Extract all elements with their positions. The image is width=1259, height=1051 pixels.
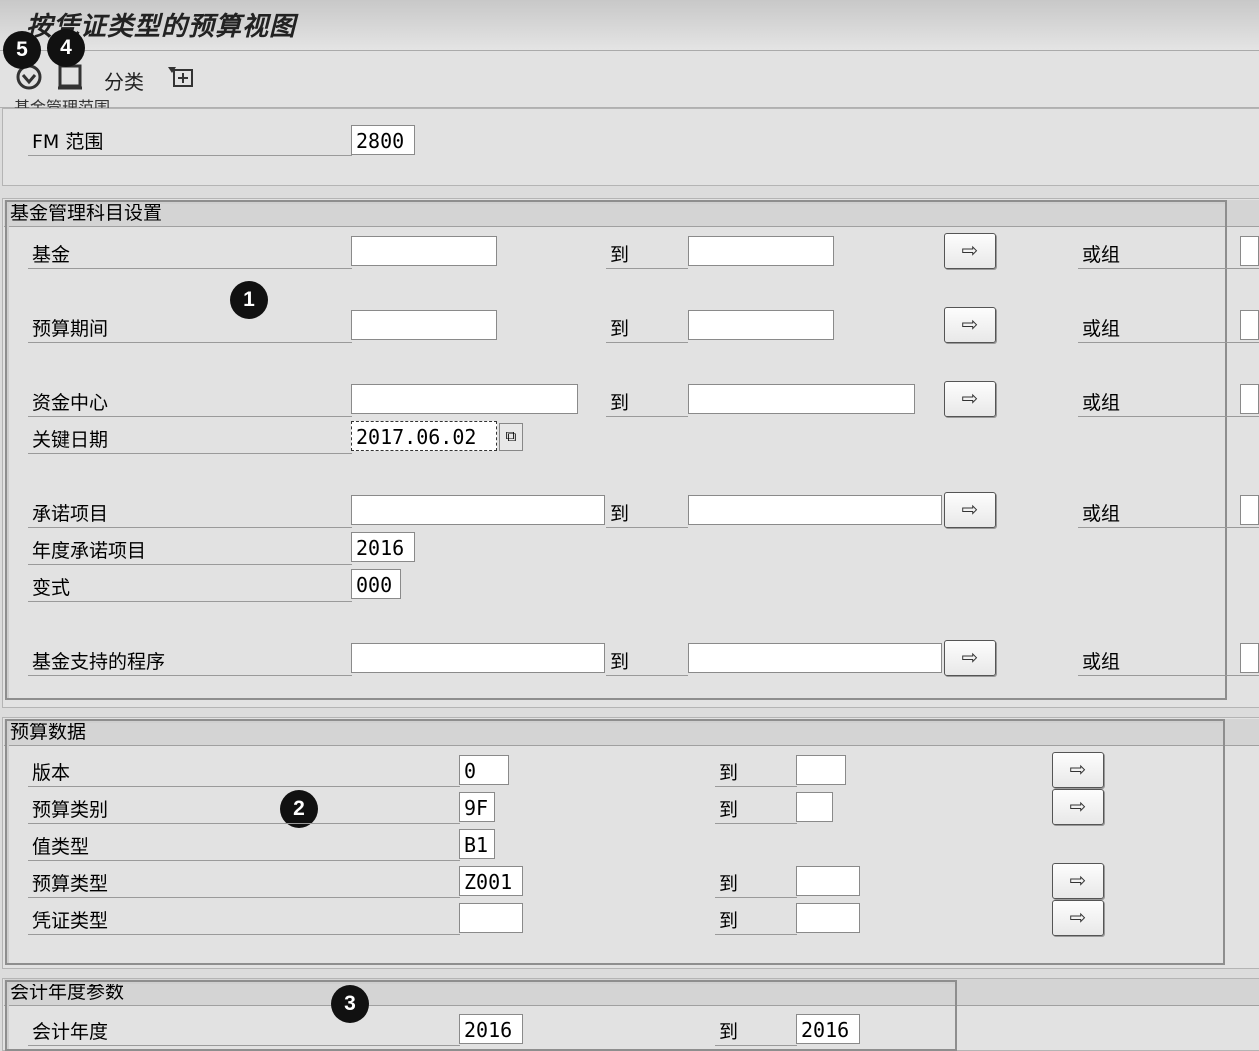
commitment-item-label: 承诺项目	[28, 499, 352, 528]
funds-center-from-field[interactable]	[351, 384, 578, 414]
funded-program-label: 基金支持的程序	[28, 647, 352, 676]
funded-program-to-field[interactable]	[688, 643, 942, 673]
commitment-item-group-field[interactable]	[1240, 495, 1259, 525]
version-to-label: 到	[715, 758, 797, 787]
budget-category-multiple-selection-button[interactable]: ⇨	[1052, 789, 1104, 825]
budget-period-to-label: 到	[606, 314, 688, 343]
commitment-item-to-label: 到	[606, 499, 688, 528]
fiscal-year-from-field[interactable]: 2016	[459, 1014, 523, 1044]
value-type-label: 值类型	[28, 832, 460, 861]
arrow-right-icon: ⇨	[961, 238, 979, 262]
budget-type-multiple-selection-button[interactable]: ⇨	[1052, 863, 1104, 899]
key-date-field[interactable]: 2017.06.02	[351, 421, 497, 451]
save-variant-icon[interactable]	[56, 62, 84, 98]
annotation-badge-4: 4	[47, 29, 85, 67]
budget-category-label: 预算类别	[28, 795, 460, 824]
document-type-label: 凭证类型	[28, 906, 460, 935]
budget-category-field[interactable]: 9F	[459, 792, 495, 822]
budget-type-field[interactable]: Z001	[459, 866, 523, 896]
document-type-to-label: 到	[715, 906, 797, 935]
document-type-field[interactable]	[459, 903, 523, 933]
key-date-label: 关键日期	[28, 425, 352, 454]
arrow-right-icon: ⇨	[1069, 794, 1087, 818]
funded-program-or-group-label: 或组	[1078, 647, 1259, 676]
budget-type-label: 预算类型	[28, 869, 460, 898]
funds-center-or-group-label: 或组	[1078, 388, 1259, 417]
arrow-right-icon: ⇨	[961, 497, 979, 521]
document-type-multiple-selection-button[interactable]: ⇨	[1052, 900, 1104, 936]
budget-period-multiple-selection-button[interactable]: ⇨	[944, 307, 996, 343]
arrow-right-icon: ⇨	[1069, 757, 1087, 781]
budget-type-to-field[interactable]	[796, 866, 860, 896]
version-label: 版本	[28, 758, 460, 787]
fund-to-field[interactable]	[688, 236, 834, 266]
budget-category-to-field[interactable]	[796, 792, 833, 822]
budget-period-from-field[interactable]	[351, 310, 497, 340]
funded-program-group-field[interactable]	[1240, 643, 1259, 673]
commitment-item-or-group-label: 或组	[1078, 499, 1259, 528]
funds-center-label: 资金中心	[28, 388, 352, 417]
budget-period-or-group-label: 或组	[1078, 314, 1259, 343]
calendar-icon[interactable]: ⧉	[499, 423, 523, 451]
arrow-right-icon: ⇨	[1069, 868, 1087, 892]
commitment-item-multiple-selection-button[interactable]: ⇨	[944, 492, 996, 528]
variant-label: 变式	[28, 573, 352, 602]
fiscal-year-commitment-field[interactable]: 2016	[351, 532, 415, 562]
fiscal-year-to-field[interactable]: 2016	[796, 1014, 860, 1044]
fund-multiple-selection-button[interactable]: ⇨	[944, 233, 996, 269]
funded-program-multiple-selection-button[interactable]: ⇨	[944, 640, 996, 676]
fiscal-year-label: 会计年度	[28, 1017, 460, 1046]
fund-from-field[interactable]	[351, 236, 497, 266]
variant-field[interactable]: 000	[351, 569, 401, 599]
annotation-badge-5: 5	[3, 31, 41, 69]
fiscal-year-commitment-label: 年度承诺项目	[28, 536, 352, 565]
budget-type-to-label: 到	[715, 869, 797, 898]
fm-area-label: FM 范围	[28, 127, 352, 156]
classify-button[interactable]: 分类	[104, 66, 144, 95]
version-multiple-selection-button[interactable]: ⇨	[1052, 752, 1104, 788]
budget-category-to-label: 到	[715, 795, 797, 824]
fm-area-field[interactable]: 2800	[351, 125, 415, 155]
commitment-item-from-field[interactable]	[351, 495, 605, 525]
fund-label: 基金	[28, 240, 352, 269]
funds-center-to-field[interactable]	[688, 384, 915, 414]
fund-or-group-label: 或组	[1078, 240, 1259, 269]
funded-program-from-field[interactable]	[351, 643, 605, 673]
document-type-to-field[interactable]	[796, 903, 860, 933]
dynamic-selection-icon[interactable]	[166, 64, 196, 96]
commitment-item-to-field[interactable]	[688, 495, 942, 525]
version-to-field[interactable]	[796, 755, 846, 785]
arrow-right-icon: ⇨	[1069, 905, 1087, 929]
funds-center-group-field[interactable]	[1240, 384, 1259, 414]
funds-center-multiple-selection-button[interactable]: ⇨	[944, 381, 996, 417]
funds-center-to-label: 到	[606, 388, 688, 417]
budget-period-to-field[interactable]	[688, 310, 834, 340]
budget-period-group-field[interactable]	[1240, 310, 1259, 340]
fm-area-section-title: 基金管理范围	[14, 98, 111, 108]
fund-to-label: 到	[606, 240, 688, 269]
version-field[interactable]: 0	[459, 755, 509, 785]
fund-group-field[interactable]	[1240, 236, 1259, 266]
funded-program-to-label: 到	[606, 647, 688, 676]
budget-period-label: 预算期间	[28, 314, 352, 343]
arrow-right-icon: ⇨	[961, 386, 979, 410]
arrow-right-icon: ⇨	[961, 645, 979, 669]
fiscal-year-to-label: 到	[715, 1017, 797, 1046]
value-type-field[interactable]: B1	[459, 829, 495, 859]
arrow-right-icon: ⇨	[961, 312, 979, 336]
